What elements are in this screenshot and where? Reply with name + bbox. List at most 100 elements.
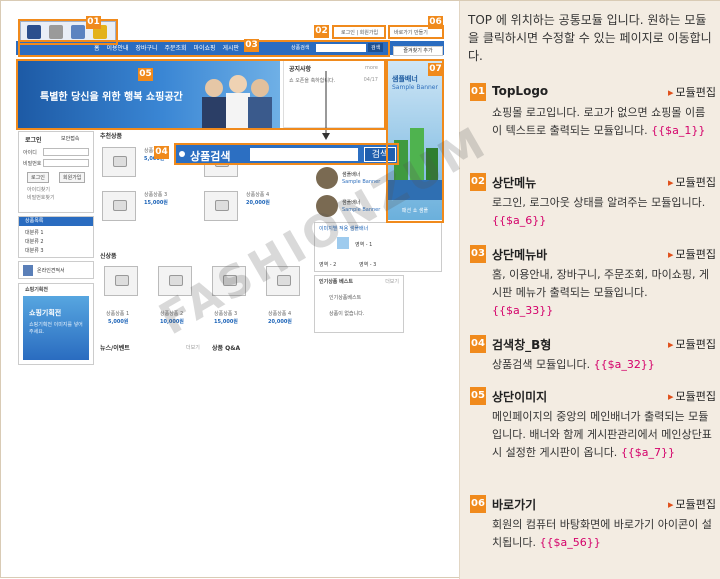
- nav-board[interactable]: 게시판: [223, 45, 240, 52]
- section-description: 홈, 이용안내, 장바구니, 주문조회, 마이쇼핑, 게시판 메뉴가 출력되는 …: [492, 266, 712, 320]
- section-number: 03: [470, 245, 486, 263]
- category-item[interactable]: 대분류 3: [25, 247, 44, 254]
- nav-myshop[interactable]: 마이쇼핑: [194, 45, 216, 52]
- small-search-input[interactable]: [316, 44, 366, 52]
- notice-more-link[interactable]: more: [365, 65, 378, 71]
- category-item[interactable]: 대분류 1: [25, 229, 44, 236]
- nav-cart[interactable]: 장바구니: [135, 45, 157, 52]
- online-quote-label: 온라인견적서: [37, 268, 65, 274]
- module-code: {{$a_7}}: [620, 446, 676, 459]
- planning-title: 쇼핑기획전: [25, 287, 49, 293]
- section-number: 05: [470, 387, 486, 405]
- news-more[interactable]: 더보기: [186, 344, 200, 351]
- popular-title: 인기상품 베스트: [319, 279, 353, 285]
- description-text: 로그인, 로그아웃 상태를 알려주는 모듈입니다.: [492, 196, 706, 209]
- module-code: {{$a_6}}: [492, 214, 547, 227]
- module-edit-link[interactable]: 모듈편집: [668, 496, 716, 512]
- product-thumb[interactable]: [104, 266, 138, 296]
- login-button[interactable]: 로그인: [27, 172, 49, 183]
- tag-01: 01: [86, 16, 101, 29]
- print-icon[interactable]: [49, 25, 63, 39]
- id-label: 아이디: [23, 150, 37, 156]
- nav-order[interactable]: 주문조회: [164, 45, 186, 52]
- find-id-link[interactable]: 아이디찾기: [27, 186, 50, 193]
- planning-panel: 쇼핑기획전 쇼핑기획전 쇼핑기획전 이미지를 넣어주세요.: [18, 283, 94, 365]
- sample-banner-1-icon: [316, 167, 338, 189]
- small-search-label: 상품검색: [291, 45, 310, 51]
- page-item-3[interactable]: 영역 - 3: [359, 261, 376, 268]
- description-text: 메인페이지의 중앙의 메인배너가 출력되는 모듈입니다. 배너와 함께 게시판관…: [492, 410, 712, 459]
- module-description-panel: TOP 에 위치하는 공통모듈 입니다. 원하는 모듈을 클릭하시면 수정할 수…: [459, 1, 720, 579]
- product-thumb[interactable]: [102, 147, 136, 177]
- module-edit-link[interactable]: 모듈편집: [668, 388, 716, 404]
- intro-text: TOP 에 위치하는 공통모듈 입니다. 원하는 모듈을 클릭하시면 수정할 수…: [468, 13, 712, 63]
- product-thumb[interactable]: [102, 191, 136, 221]
- nav-home[interactable]: 홈: [94, 45, 100, 52]
- top-menu-bar: 홈 이용안내 장바구니 주문조회 마이쇼핑 게시판 상품검색 검색: [16, 41, 444, 55]
- product-thumb[interactable]: [204, 191, 238, 221]
- module-guide-page: 로그인 | 회원가입 바로가기 만들기 홈 이용안내 장바구니 주문조회 마이쇼…: [0, 0, 720, 579]
- notice-board: 공지사항 more 쇼 오픈을 축하합니다. 04/17: [283, 60, 385, 128]
- search-input[interactable]: [250, 148, 358, 161]
- secure-login-label[interactable]: 보안접속: [61, 135, 79, 142]
- tag-03: 03: [244, 39, 259, 52]
- category-title: 상품목록: [19, 217, 93, 226]
- tag-05: 05: [138, 68, 153, 81]
- module-edit-link[interactable]: 모듈편집: [668, 246, 716, 262]
- section-description: 쇼핑몰 로고입니다. 로고가 없으면 쇼핑몰 이름이 텍스트로 출력되는 모듈입…: [492, 104, 712, 140]
- shortcut-link[interactable]: 바로가기 만들기: [394, 29, 428, 36]
- editor-toolbar: [20, 21, 116, 43]
- join-button[interactable]: 회원가입: [59, 172, 86, 183]
- page-item-1[interactable]: 영역 - 1: [355, 241, 372, 248]
- notice-item[interactable]: 쇼 오픈을 축하합니다.: [289, 77, 335, 84]
- mail-icon[interactable]: [71, 25, 85, 39]
- product-price: 5,000원: [108, 319, 129, 325]
- recommend-title: 추천상품: [100, 133, 123, 140]
- favorite-label: 즐겨찾기 추가: [403, 48, 433, 54]
- popular-panel: 인기상품 베스트 더보기 인기상품베스트 상품이 없습니다.: [314, 275, 404, 333]
- section-number: 06: [470, 495, 486, 513]
- popular-more[interactable]: 더보기: [385, 278, 399, 285]
- description-text: 홈, 이용안내, 장바구니, 주문조회, 마이쇼핑, 게시판 메뉴가 출력되는 …: [492, 268, 710, 299]
- planning-banner[interactable]: 쇼핑기획전 쇼핑기획전 이미지를 넣어주세요.: [23, 296, 89, 360]
- module-code: {{$a_33}}: [492, 304, 554, 317]
- new-products-title: 신상품: [100, 253, 117, 260]
- category-item[interactable]: 대분류 2: [25, 238, 44, 245]
- sample-banner-title: 샘플배너: [392, 75, 418, 83]
- product-search-module: 상품검색 검색: [174, 143, 399, 165]
- search-button[interactable]: 검색: [364, 147, 396, 162]
- save-icon[interactable]: [27, 25, 41, 39]
- module-code: {{$a_56}}: [539, 536, 601, 549]
- section-title: TopLogo: [492, 84, 549, 98]
- section-number: 02: [470, 173, 486, 191]
- small-search-button[interactable]: 검색: [368, 43, 384, 52]
- online-quote-link[interactable]: 온라인견적서: [18, 261, 94, 279]
- find-password-link[interactable]: 비밀번호찾기: [27, 194, 55, 201]
- qna-title[interactable]: 상품 Q&A: [212, 343, 240, 352]
- nav-guide[interactable]: 이용안내: [106, 45, 128, 52]
- module-code: {{$a_32}}: [593, 358, 655, 371]
- top-login-link[interactable]: 로그인 | 회원가입: [341, 29, 378, 36]
- popular-empty: 상품이 없습니다.: [329, 311, 365, 317]
- product-label[interactable]: 상품상품 4: [268, 310, 291, 317]
- tag-02: 02: [314, 25, 329, 38]
- sample-banner-1-ko: 샘플배너: [342, 172, 361, 178]
- module-edit-link[interactable]: 모듈편집: [668, 84, 716, 100]
- password-input[interactable]: [43, 159, 89, 167]
- product-label[interactable]: 상품상품 3: [144, 191, 167, 198]
- description-text: 상품검색 모듈입니다.: [492, 358, 591, 371]
- section-description: 로그인, 로그아웃 상태를 알려주는 모듈입니다. {{$a_6}}: [492, 194, 712, 230]
- news-title[interactable]: 뉴스/이벤트: [100, 343, 130, 352]
- section-title: 상단메뉴바: [492, 248, 548, 262]
- section-description: 상품검색 모듈입니다. {{$a_32}}: [492, 356, 712, 374]
- product-price: 20,000원: [268, 319, 292, 325]
- favorite-button[interactable]: 즐겨찾기 추가: [393, 46, 443, 56]
- product-label[interactable]: 상품상품 1: [106, 310, 129, 317]
- page-item-2[interactable]: 영역 - 2: [319, 261, 336, 268]
- module-edit-link[interactable]: 모듈편집: [668, 336, 716, 352]
- module-edit-link[interactable]: 모듈편집: [668, 174, 716, 190]
- product-label[interactable]: 상품상품 4: [246, 191, 269, 198]
- category-panel: 상품목록 대분류 1 대분류 2 대분류 3: [18, 216, 94, 258]
- description-text: 회원의 컴퓨터 바탕화면에 바로가기 아이콘이 설치됩니다.: [492, 518, 712, 549]
- id-input[interactable]: [43, 148, 89, 156]
